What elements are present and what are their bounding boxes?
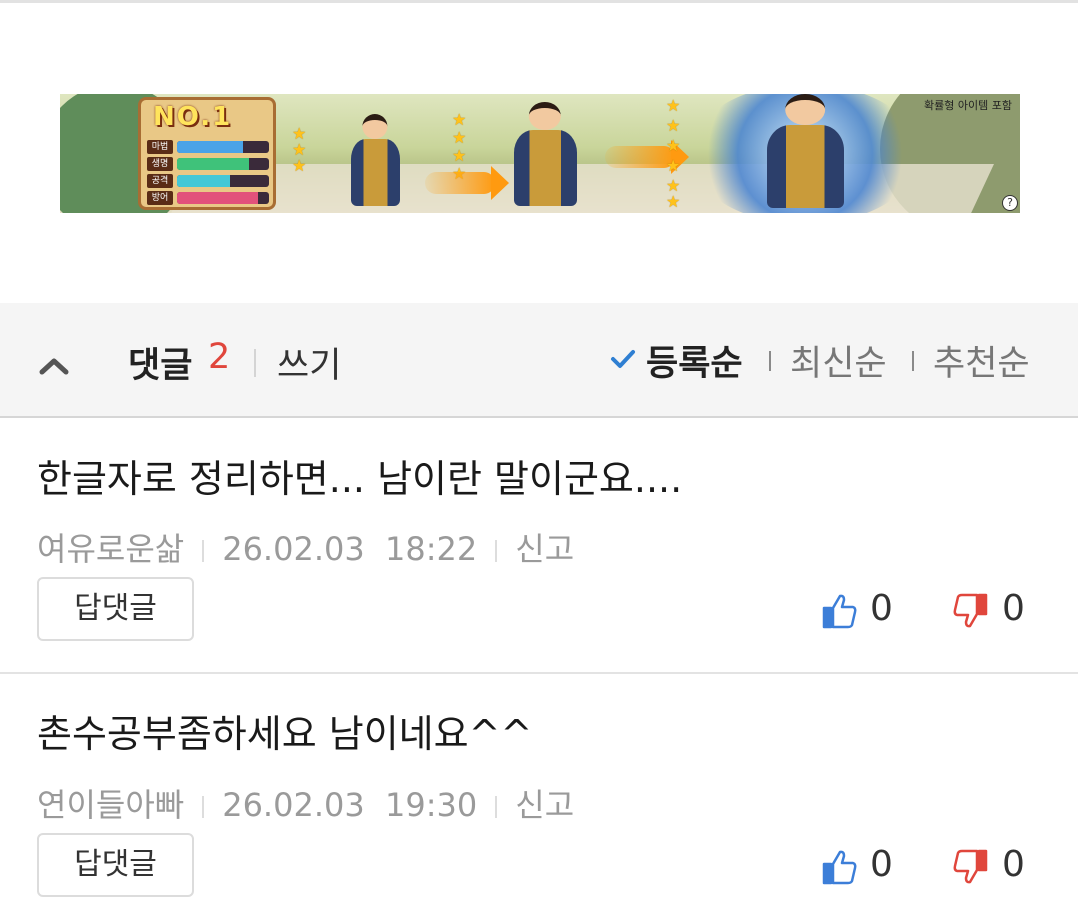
game-ad-banner[interactable]: NO.1 마법 생명 공격 방어 ★ ★ ★ ★ ★ ★ ★ ★ ★ ★ ★ ★… (60, 94, 1020, 213)
comment-text: 한글자로 정리하면... 남이란 말이군요.... (37, 457, 683, 501)
write-comment-link[interactable]: 쓰기 (277, 337, 341, 388)
comment-date: 26.02.03 (222, 530, 365, 568)
comment-text: 촌수공부좀하세요 남이네요^^ (37, 712, 533, 756)
dislike-count: 0 (1002, 844, 1025, 885)
star-icon: ★ (452, 128, 467, 147)
thumbs-up-icon (822, 594, 857, 629)
ad-stat-bar (177, 141, 269, 153)
meta-separator (202, 796, 205, 818)
upgrade-arrow-icon (425, 166, 509, 200)
ad-character-medium (500, 102, 590, 210)
star-icon: ★ (666, 116, 681, 135)
dislike-button[interactable]: 0 (952, 588, 1042, 632)
ad-stat-label: 방어 (147, 191, 173, 205)
comment-time: 19:30 (385, 786, 478, 824)
thumbs-down-icon (953, 849, 988, 884)
like-count: 0 (870, 588, 893, 629)
comment-author[interactable]: 연이들아빠 (37, 780, 184, 826)
ad-stat-fill (177, 192, 258, 204)
meta-separator (202, 540, 205, 562)
report-link[interactable]: 신고 (515, 524, 574, 570)
comment-meta: 연이들아빠 26.02.03 19:30 신고 (37, 780, 574, 826)
star-icon: ★ (452, 146, 467, 165)
ad-character-large (750, 94, 860, 213)
reply-button[interactable]: 답댓글 (37, 577, 194, 641)
ad-stat-fill (177, 175, 231, 187)
ad-stat-bar (177, 175, 269, 187)
ad-stat-label: 생명 (147, 157, 173, 171)
comment-divider (0, 672, 1078, 674)
ad-stat-board: NO.1 마법 생명 공격 방어 (138, 97, 276, 210)
upgrade-arrow-icon (605, 140, 689, 174)
ad-stat-fill (177, 158, 249, 170)
sort-by-newest[interactable]: 최신순 (790, 335, 887, 386)
star-icon: ★ (666, 136, 681, 155)
ad-help-icon[interactable]: ? (1002, 195, 1018, 211)
comment-time: 18:22 (385, 530, 478, 568)
comment-count: 2 (208, 337, 231, 377)
reply-button[interactable]: 답댓글 (37, 833, 194, 897)
sort-separator (912, 351, 914, 371)
comment-title: 댓글 (128, 346, 193, 386)
ad-stat-bar (177, 158, 269, 170)
ad-disclaimer: 확률형 아이템 포함 (924, 99, 1012, 112)
ad-stat-label: 마법 (147, 140, 173, 154)
star-icon: ★ (452, 110, 467, 129)
ad-stat-row: 공격 (147, 174, 271, 188)
ad-area: NO.1 마법 생명 공격 방어 ★ ★ ★ ★ ★ ★ ★ ★ ★ ★ ★ ★… (0, 3, 1078, 303)
star-icon: ★ (666, 192, 681, 211)
ad-stat-row: 마법 (147, 140, 271, 154)
ad-character-small (340, 114, 410, 210)
ad-stat-row: 방어 (147, 191, 271, 205)
ad-stat-label: 공격 (147, 174, 173, 188)
sort-separator (769, 351, 771, 371)
ad-board-title: NO.1 (153, 102, 233, 132)
like-button[interactable]: 0 (820, 588, 910, 632)
comment-meta: 여유로운삶 26.02.03 18:22 신고 (37, 524, 574, 570)
star-icon: ★ (292, 156, 307, 175)
check-icon (611, 350, 635, 368)
comment-date: 26.02.03 (222, 786, 365, 824)
comment-header: 댓글 2 쓰기 등록순 최신순 추천순 (0, 303, 1078, 418)
report-link[interactable]: 신고 (515, 780, 574, 826)
star-icon: ★ (666, 96, 681, 115)
header-separator (254, 349, 256, 377)
ad-stat-fill (177, 141, 244, 153)
star-icon: ★ (666, 156, 681, 175)
dislike-button[interactable]: 0 (952, 844, 1042, 888)
thumbs-up-icon (822, 850, 857, 885)
like-button[interactable]: 0 (820, 844, 910, 888)
ad-stat-bar (177, 192, 269, 204)
meta-separator (495, 796, 498, 818)
chevron-up-icon[interactable] (37, 353, 71, 377)
sort-by-recommended[interactable]: 추천순 (933, 335, 1030, 386)
meta-separator (495, 540, 498, 562)
thumbs-down-icon (953, 593, 988, 628)
ad-stat-row: 생명 (147, 157, 271, 171)
sort-by-registration[interactable]: 등록순 (646, 335, 743, 386)
like-count: 0 (870, 844, 893, 885)
dislike-count: 0 (1002, 588, 1025, 629)
comment-author[interactable]: 여유로운삶 (37, 524, 184, 570)
